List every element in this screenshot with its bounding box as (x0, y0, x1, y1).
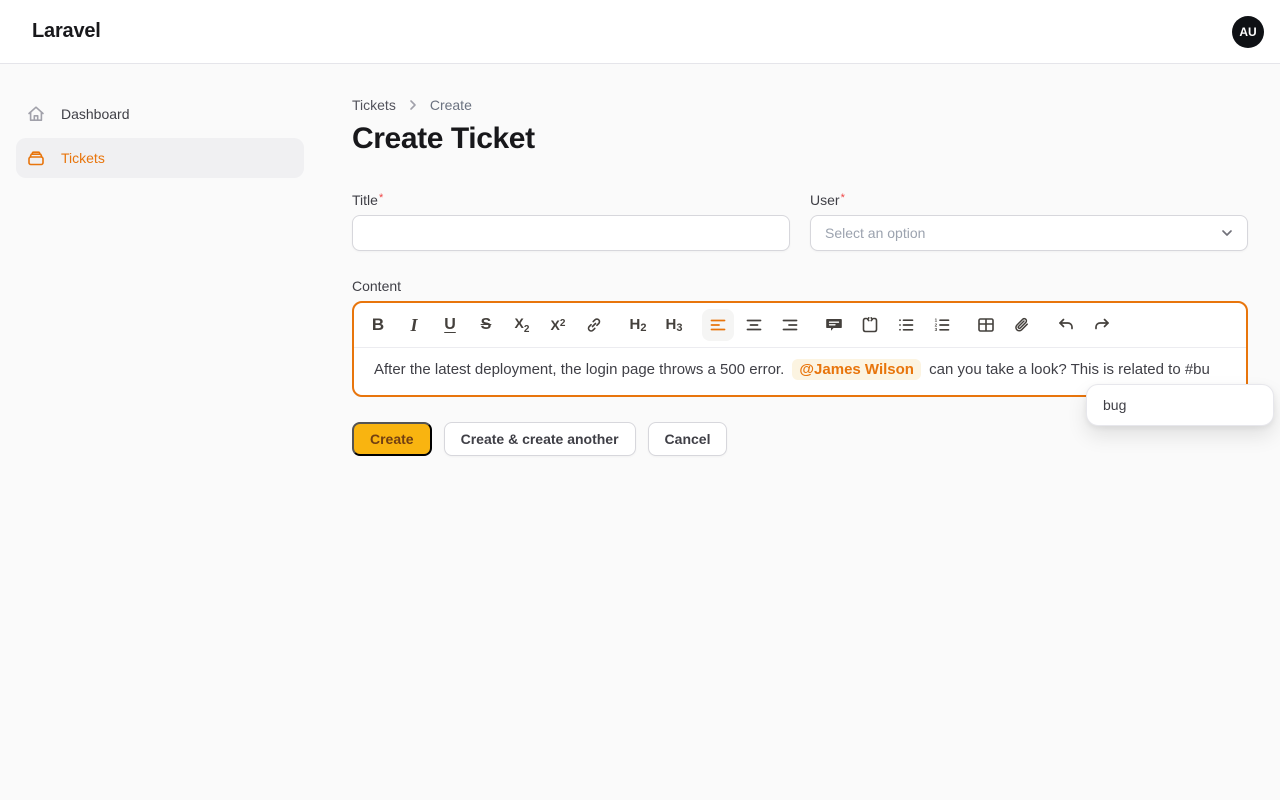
align-center-icon[interactable] (738, 309, 770, 341)
user-select[interactable]: Select an option (810, 215, 1248, 251)
sidebar-item-tickets[interactable]: Tickets (16, 138, 304, 178)
bullet-list-icon[interactable] (890, 309, 922, 341)
create-another-button[interactable]: Create & create another (444, 422, 636, 456)
cancel-button[interactable]: Cancel (648, 422, 728, 456)
user-avatar[interactable]: AU (1232, 16, 1264, 48)
required-asterisk: * (379, 192, 383, 204)
svg-text:3: 3 (935, 327, 938, 332)
undo-icon[interactable] (1050, 309, 1082, 341)
rich-text-editor: B I U S X2 X2 (352, 301, 1248, 397)
chevron-right-icon (406, 98, 420, 112)
content-field-group: Content B I U S X2 X2 (352, 278, 1248, 397)
editor-text-before: After the latest deployment, the login p… (374, 361, 788, 378)
mention-chip[interactable]: @James Wilson (792, 359, 921, 380)
sidebar-item-label: Dashboard (61, 106, 130, 122)
breadcrumb: Tickets Create (352, 97, 1248, 113)
align-left-icon[interactable] (702, 309, 734, 341)
main-content: Tickets Create Create Ticket Title* User… (320, 64, 1280, 799)
heading3-icon[interactable]: H3 (658, 309, 690, 341)
heading2-icon[interactable]: H2 (622, 309, 654, 341)
title-label: Title* (352, 192, 790, 208)
content-label: Content (352, 278, 1248, 294)
page-title: Create Ticket (352, 122, 1248, 156)
sidebar: Dashboard Tickets (0, 64, 320, 799)
create-button[interactable]: Create (352, 422, 432, 456)
home-icon (26, 104, 46, 124)
table-icon[interactable] (970, 309, 1002, 341)
hashtag-suggestion-popup: bug (1086, 384, 1274, 426)
code-block-icon[interactable] (854, 309, 886, 341)
title-input[interactable] (352, 215, 790, 251)
suggestion-item-bug[interactable]: bug (1103, 397, 1257, 413)
user-label: User* (810, 192, 1248, 208)
sidebar-item-dashboard[interactable]: Dashboard (16, 94, 304, 134)
chevron-down-icon (1219, 225, 1235, 241)
link-icon[interactable] (578, 309, 610, 341)
blockquote-icon[interactable] (818, 309, 850, 341)
strikethrough-icon[interactable]: S (470, 309, 502, 341)
editor-toolbar: B I U S X2 X2 (354, 303, 1246, 348)
redo-icon[interactable] (1086, 309, 1118, 341)
topbar: Laravel AU (0, 0, 1280, 64)
sidebar-item-label: Tickets (61, 150, 105, 166)
form-actions: Create Create & create another Cancel (352, 422, 1248, 456)
editor-text-after: can you take a look? This is related to … (925, 361, 1210, 378)
breadcrumb-tickets[interactable]: Tickets (352, 97, 396, 113)
user-field-group: User* Select an option (810, 192, 1248, 251)
align-right-icon[interactable] (774, 309, 806, 341)
ordered-list-icon[interactable]: 1 2 3 (926, 309, 958, 341)
ticket-icon (26, 148, 46, 168)
underline-icon[interactable]: U (434, 309, 466, 341)
required-asterisk: * (841, 192, 845, 204)
user-select-placeholder: Select an option (825, 225, 925, 241)
italic-icon[interactable]: I (398, 309, 430, 341)
breadcrumb-create: Create (430, 97, 472, 113)
brand-logo[interactable]: Laravel (32, 20, 101, 43)
title-field-group: Title* (352, 192, 790, 251)
bold-icon[interactable]: B (362, 309, 394, 341)
subscript-icon[interactable]: X2 (506, 309, 538, 341)
attachment-icon[interactable] (1006, 309, 1038, 341)
superscript-icon[interactable]: X2 (542, 309, 574, 341)
